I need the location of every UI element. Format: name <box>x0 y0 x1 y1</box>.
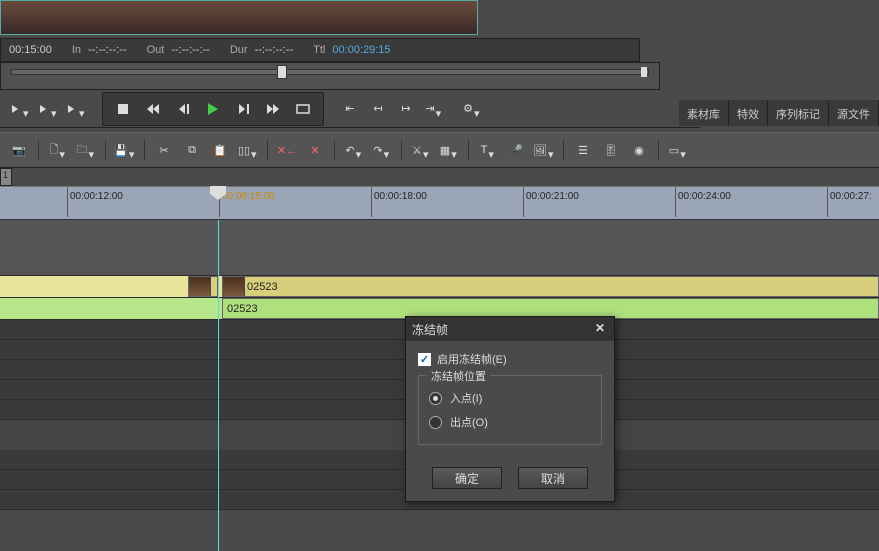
camera-icon[interactable]: 📷 <box>8 139 30 161</box>
clip-thumbnail-icon <box>189 277 211 296</box>
scrubber-handle[interactable] <box>277 65 287 79</box>
playhead-marker[interactable] <box>210 186 226 198</box>
color-icon[interactable]: 🖼▾ <box>533 139 555 161</box>
goto-out-icon[interactable]: ↦ <box>394 97 418 121</box>
marker-icon[interactable]: ▾ <box>64 97 88 121</box>
cut-icon[interactable]: ✂ <box>153 139 175 161</box>
track-header-tab[interactable]: 1 <box>0 168 12 186</box>
forward-button[interactable] <box>261 97 285 121</box>
radio-in-point[interactable]: 入点(I) <box>429 386 591 410</box>
playback-controls <box>102 92 324 126</box>
goto-prev-icon[interactable]: ⇤ <box>338 97 362 121</box>
cancel-button[interactable]: 取消 <box>518 467 588 489</box>
next-frame-button[interactable] <box>231 97 255 121</box>
settings-icon[interactable]: ⚙▾ <box>460 97 484 121</box>
preview-monitor <box>0 0 478 35</box>
title-icon[interactable]: T▾ <box>477 139 499 161</box>
mark-out-icon[interactable]: ▾ <box>36 97 60 121</box>
edit-toolbar: 📷 🗋▾ 🗀▾ 💾▾ ✂ ⧉ 📋 ▯▯▾ ✕← ✕ ↶▾ ↷▾ ⚔▾ ▦▾ T▾… <box>0 132 879 168</box>
out-point: Out --:--:--:-- <box>147 44 210 56</box>
list-icon[interactable]: ☰ <box>572 139 594 161</box>
transition-icon[interactable]: ▦▾ <box>438 139 460 161</box>
ruler-tick: 00:00:18:00 <box>374 191 427 202</box>
layout-icon[interactable]: ▭▾ <box>667 139 689 161</box>
enable-freeze-checkbox[interactable]: ✓ 启用冻结帧(E) <box>418 351 602 367</box>
ruler-tick-current: 00:00:15:00 <box>222 191 275 202</box>
video-track-1[interactable]: 02523 <box>0 276 879 298</box>
ruler-tick: 00:00:21:00 <box>526 191 579 202</box>
in-point: In --:--:--:-- <box>72 44 127 56</box>
ripple-icon[interactable]: ✕ <box>304 139 326 161</box>
ruler-tick: 00:00:12:00 <box>70 191 123 202</box>
ok-button[interactable]: 确定 <box>432 467 502 489</box>
save-icon[interactable]: 💾▾ <box>114 139 136 161</box>
loop-button[interactable] <box>291 97 315 121</box>
checkbox-icon: ✓ <box>418 353 431 366</box>
scope-icon[interactable]: ◉ <box>628 139 650 161</box>
close-icon[interactable]: ✕ <box>592 321 608 337</box>
redo-icon[interactable]: ↷▾ <box>371 139 393 161</box>
scrubber-end-marker <box>641 67 647 77</box>
group-title: 冻结帧位置 <box>427 368 490 384</box>
radio-out-point[interactable]: 出点(O) <box>429 410 591 434</box>
undo-icon[interactable]: ↶▾ <box>343 139 365 161</box>
clip-label: 02523 <box>227 303 258 315</box>
mic-icon[interactable]: 🎤 <box>505 139 527 161</box>
timeline-ruler[interactable]: 00:00:12:00 00:00:15:00 00:00:18:00 00:0… <box>0 186 879 220</box>
track-empty <box>0 220 879 276</box>
folder-icon[interactable]: 🗀▾ <box>75 139 97 161</box>
goto-in-icon[interactable]: ↤ <box>366 97 390 121</box>
total-length: Ttl 00:00:29:15 <box>313 44 390 56</box>
scrubber-bar[interactable] <box>0 62 660 90</box>
paste-icon[interactable]: 📋 <box>209 139 231 161</box>
clip-thumb-a[interactable] <box>188 276 218 297</box>
duration: Dur --:--:--:-- <box>230 44 293 56</box>
transport-bar: ▾ ▾ ▾ ⇤ ↤ ↦ ⇥▾ ⚙▾ <box>0 90 700 128</box>
playhead-line <box>218 220 219 551</box>
radio-icon <box>429 416 442 429</box>
clip-label: 02523 <box>247 281 278 293</box>
radio-icon <box>429 392 442 405</box>
right-panel-tabs: 素材库 特效 序列标记 源文件 <box>679 100 879 126</box>
dialog-titlebar[interactable]: 冻结帧 ✕ <box>406 317 614 341</box>
ruler-tick: 00:00:24:00 <box>678 191 731 202</box>
freeze-position-group: 冻结帧位置 入点(I) 出点(O) <box>418 375 602 445</box>
tab-markers[interactable]: 序列标记 <box>768 100 829 126</box>
play-button[interactable] <box>201 97 225 121</box>
mark-in-icon[interactable]: ▾ <box>8 97 32 121</box>
stop-button[interactable] <box>111 97 135 121</box>
current-timecode: 00:15:00 <box>9 44 52 56</box>
razor-icon[interactable]: ⚔▾ <box>410 139 432 161</box>
tab-library[interactable]: 素材库 <box>679 100 729 126</box>
ruler-tick: 00:00:27: <box>830 191 872 202</box>
prev-frame-button[interactable] <box>171 97 195 121</box>
dialog-title: 冻结帧 <box>412 321 448 338</box>
ripple-delete-icon[interactable]: ✕← <box>276 139 298 161</box>
timecode-bar: 00:15:00 In --:--:--:-- Out --:--:--:-- … <box>0 38 640 62</box>
scrubber-track[interactable] <box>11 69 649 75</box>
new-doc-icon[interactable]: 🗋▾ <box>47 139 69 161</box>
copy-icon[interactable]: ⧉ <box>181 139 203 161</box>
freeze-frame-dialog: 冻结帧 ✕ ✓ 启用冻结帧(E) 冻结帧位置 入点(I) 出点(O) 确定 取消 <box>405 316 615 502</box>
mixer-icon[interactable]: 🎚 <box>600 139 622 161</box>
rewind-button[interactable] <box>141 97 165 121</box>
tab-effects[interactable]: 特效 <box>729 100 768 126</box>
tab-source[interactable]: 源文件 <box>829 100 879 126</box>
goto-next-icon[interactable]: ⇥▾ <box>422 97 446 121</box>
clip-b[interactable]: 02523 <box>222 276 879 297</box>
group-icon[interactable]: ▯▯▾ <box>237 139 259 161</box>
clip-thumbnail-icon <box>223 277 245 296</box>
